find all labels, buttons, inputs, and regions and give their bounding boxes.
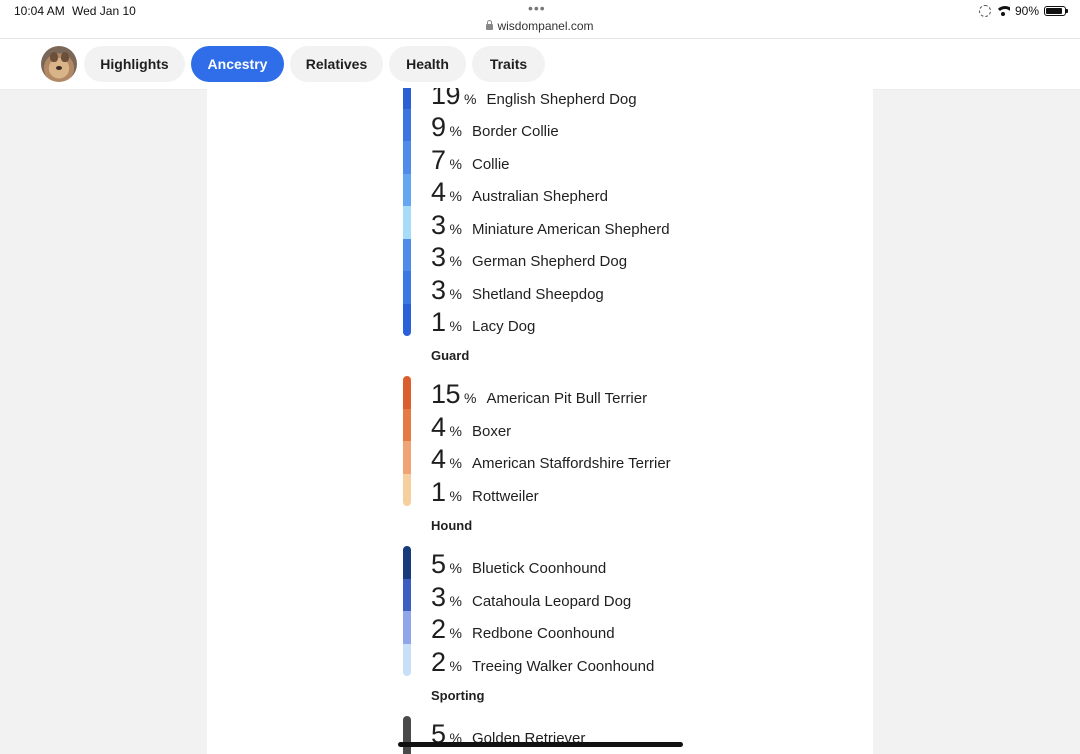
percent-sign: % bbox=[449, 188, 462, 204]
status-time: 10:04 AM bbox=[14, 4, 65, 18]
percent-sign: % bbox=[449, 221, 462, 237]
breed-row[interactable]: 4% American Staffordshire Terrier bbox=[431, 444, 671, 474]
tab-bar: Highlights Ancestry Relatives Health Tra… bbox=[0, 38, 1080, 90]
breed-percent: 3 bbox=[431, 210, 446, 240]
breed-percent: 1 bbox=[431, 477, 446, 507]
breed-row[interactable]: 3% German Shepherd Dog bbox=[431, 242, 627, 272]
guard-ancestry-bar bbox=[403, 376, 411, 506]
breed-name: English Shepherd Dog bbox=[486, 91, 637, 108]
percent-sign: % bbox=[449, 560, 462, 576]
breed-row[interactable]: 3% Catahoula Leopard Dog bbox=[431, 582, 631, 612]
breed-name: American Staffordshire Terrier bbox=[471, 455, 671, 472]
group-label-sporting: Sporting bbox=[431, 688, 485, 703]
breed-percent: 19 bbox=[431, 88, 461, 110]
breed-percent: 15 bbox=[431, 379, 461, 409]
breed-name: Collie bbox=[471, 156, 510, 173]
percent-sign: % bbox=[449, 658, 462, 674]
percent-sign: % bbox=[449, 625, 462, 641]
breed-name: Shetland Sheepdog bbox=[471, 286, 604, 303]
percent-sign: % bbox=[449, 253, 462, 269]
avatar[interactable] bbox=[41, 46, 77, 82]
breed-name: Miniature American Shepherd bbox=[471, 221, 670, 238]
hound-ancestry-bar bbox=[403, 546, 411, 676]
tab-health[interactable]: Health bbox=[389, 46, 466, 82]
status-date: Wed Jan 10 bbox=[72, 4, 136, 18]
breed-row[interactable]: 15% American Pit Bull Terrier bbox=[431, 379, 647, 409]
breed-row[interactable]: 3% Shetland Sheepdog bbox=[431, 275, 604, 305]
tab-ancestry[interactable]: Ancestry bbox=[191, 46, 284, 82]
percent-sign: % bbox=[449, 123, 462, 139]
breed-name: Boxer bbox=[471, 423, 512, 440]
activity-icon bbox=[978, 5, 991, 17]
group-label-hound: Hound bbox=[431, 518, 473, 533]
herding-ancestry-bar bbox=[403, 88, 411, 336]
percent-sign: % bbox=[449, 286, 462, 302]
breed-row[interactable]: 2% Treeing Walker Coonhound bbox=[431, 647, 654, 677]
percent-sign: % bbox=[449, 488, 462, 504]
breed-name: German Shepherd Dog bbox=[471, 253, 628, 270]
percent-sign: % bbox=[464, 390, 477, 406]
breed-name: Border Collie bbox=[471, 123, 559, 140]
breed-row[interactable]: 1% Lacy Dog bbox=[431, 307, 535, 337]
breed-row[interactable]: 2% Redbone Coonhound bbox=[431, 614, 615, 644]
breed-name: Treeing Walker Coonhound bbox=[471, 658, 655, 675]
group-label-guard: Guard bbox=[431, 348, 470, 363]
breed-percent: 4 bbox=[431, 444, 446, 474]
breed-name: Rottweiler bbox=[471, 488, 539, 505]
home-indicator[interactable] bbox=[398, 742, 683, 747]
percent-sign: % bbox=[449, 156, 462, 172]
breed-percent: 7 bbox=[431, 145, 446, 175]
battery-percent: 90% bbox=[1014, 4, 1039, 18]
percent-sign: % bbox=[464, 91, 477, 107]
battery-icon bbox=[1044, 6, 1068, 16]
ancestry-panel: 19% English Shepherd Dog 9% Border Collie … bbox=[207, 88, 873, 754]
url-text: wisdompanel.com bbox=[497, 19, 594, 33]
multitasking-dots-icon[interactable]: ••• bbox=[528, 0, 546, 16]
breed-percent: 4 bbox=[431, 177, 446, 207]
breed-name: Bluetick Coonhound bbox=[471, 560, 607, 577]
breed-name: Lacy Dog bbox=[471, 318, 536, 335]
breed-percent: 3 bbox=[431, 242, 446, 272]
breed-name: Australian Shepherd bbox=[471, 188, 608, 205]
breed-percent: 1 bbox=[431, 307, 446, 337]
breed-row[interactable]: 3% Miniature American Shepherd bbox=[431, 210, 670, 240]
breed-row[interactable]: 19% English Shepherd Dog bbox=[431, 88, 637, 110]
breed-row[interactable]: 4% Boxer bbox=[431, 412, 511, 442]
breed-name: American Pit Bull Terrier bbox=[486, 390, 648, 407]
breed-row[interactable]: 7% Collie bbox=[431, 145, 510, 175]
address-bar[interactable]: wisdompanel.com bbox=[0, 19, 1080, 33]
breed-percent: 5 bbox=[431, 549, 446, 579]
breed-percent: 4 bbox=[431, 412, 446, 442]
wifi-icon bbox=[995, 6, 1010, 16]
breed-row[interactable]: 1% Rottweiler bbox=[431, 477, 539, 507]
breed-row[interactable]: 9% Border Collie bbox=[431, 112, 559, 142]
status-bar: 10:04 AM Wed Jan 10 ••• wisdompanel.com … bbox=[0, 0, 1080, 38]
breed-name: Redbone Coonhound bbox=[471, 625, 615, 642]
breed-percent: 9 bbox=[431, 112, 446, 142]
status-indicators: 90% bbox=[978, 3, 1068, 19]
tab-relatives[interactable]: Relatives bbox=[290, 46, 383, 82]
percent-sign: % bbox=[449, 423, 462, 439]
breed-percent: 3 bbox=[431, 582, 446, 612]
breed-name: Catahoula Leopard Dog bbox=[471, 593, 632, 610]
percent-sign: % bbox=[449, 455, 462, 471]
breed-row[interactable]: 5% Bluetick Coonhound bbox=[431, 549, 606, 579]
breed-row[interactable]: 4% Australian Shepherd bbox=[431, 177, 608, 207]
tab-traits[interactable]: Traits bbox=[472, 46, 545, 82]
breed-percent: 3 bbox=[431, 275, 446, 305]
percent-sign: % bbox=[449, 318, 462, 334]
lock-icon bbox=[486, 20, 494, 30]
percent-sign: % bbox=[449, 593, 462, 609]
breed-percent: 2 bbox=[431, 647, 446, 677]
sporting-ancestry-bar bbox=[403, 716, 411, 754]
breed-percent: 2 bbox=[431, 614, 446, 644]
tab-highlights[interactable]: Highlights bbox=[84, 46, 185, 82]
